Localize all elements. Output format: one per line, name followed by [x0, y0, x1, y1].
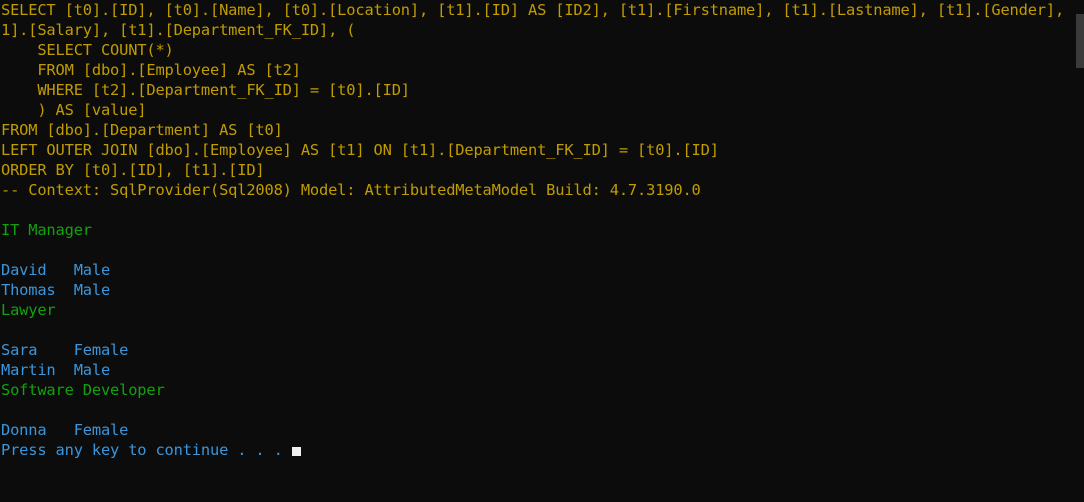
employee-david: David Male [1, 261, 111, 279]
department-it-manager: IT Manager [1, 221, 92, 239]
sql-line-08: LEFT OUTER JOIN [dbo].[Employee] AS [t1]… [1, 141, 719, 159]
department-lawyer: Lawyer [1, 301, 56, 319]
sql-line-03: SELECT COUNT(*) [1, 41, 174, 59]
sql-line-01: SELECT [t0].[ID], [t0].[Name], [t0].[Loc… [1, 1, 1076, 19]
vertical-scrollbar[interactable] [1076, 0, 1084, 502]
prompt-press-any-key: Press any key to continue . . . [0, 440, 1076, 460]
sql-line-09: ORDER BY [t0].[ID], [t1].[ID] [1, 161, 265, 179]
department-software-developer: Software Developer [1, 381, 165, 399]
sql-line-10: -- Context: SqlProvider(Sql2008) Model: … [1, 181, 701, 199]
sql-line-05: WHERE [t2].[Department_FK_ID] = [t0].[ID… [1, 81, 410, 99]
sql-line-04: FROM [dbo].[Employee] AS [t2] [1, 61, 301, 79]
text-cursor [291, 447, 301, 456]
sql-line-07: FROM [dbo].[Department] AS [t0] [1, 121, 283, 139]
employee-donna: Donna Female [1, 421, 129, 439]
employee-sara: Sara Female [1, 341, 129, 359]
sql-line-02: 1].[Salary], [t1].[Department_FK_ID], ( [1, 21, 356, 39]
console-output-area[interactable]: SELECT [t0].[ID], [t0].[Name], [t0].[Loc… [0, 0, 1076, 502]
employee-martin: Martin Male [1, 361, 111, 379]
vertical-scrollbar-thumb[interactable] [1076, 14, 1084, 68]
sql-line-06: ) AS [value] [1, 101, 147, 119]
console-line-text: Press any key to continue . . . [1, 441, 292, 459]
employee-thomas: Thomas Male [1, 281, 111, 299]
